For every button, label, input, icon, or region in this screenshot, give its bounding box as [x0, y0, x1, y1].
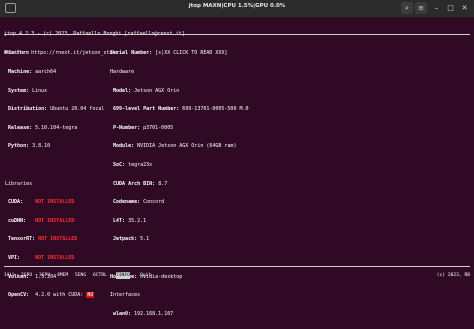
platform-row: Machine: aarch64: [8, 69, 57, 75]
close-icon[interactable]: ✕: [459, 3, 470, 14]
tab-all[interactable]: 1ALL: [4, 272, 15, 279]
hardware-row: Model: Jetson AGX Orin: [113, 87, 180, 94]
menu-icon[interactable]: ≡: [415, 2, 427, 14]
search-icon[interactable]: ⌕: [401, 2, 413, 14]
hardware-row: P-Number: p3701-0005: [113, 124, 174, 131]
serial-number-row[interactable]: Serial Number: [s|XX CLICK TO READ XXX]: [110, 50, 249, 56]
tab-cpu[interactable]: 3CPU: [39, 272, 50, 279]
platform-row: Python: 3.8.10: [8, 143, 51, 150]
library-row-opencv: OpenCV: 4.2.0 with CUDA: NO: [8, 292, 95, 299]
hardware-row: SoC: tegra23x: [113, 161, 153, 168]
left-column: Platform Machine: aarch64 System: Linux …: [5, 38, 104, 311]
quit-button[interactable]: Quit: [140, 272, 151, 279]
tab-eng[interactable]: 5ENG: [75, 272, 86, 279]
copyright-text: (c) 2023, RB: [436, 273, 470, 278]
library-row: VPI: NOT INSTALLED: [8, 254, 75, 261]
bottom-tab-bar: 1ALL 2GPU 3CPU 4MEM 5ENG 6CTRL 7INFO Qui…: [4, 272, 470, 279]
section-hardware-title: Hardware: [110, 69, 135, 75]
hardware-row: Module: NVIDIA Jetson AGX Orin (64GB ram…: [113, 143, 237, 150]
platform-row: Distribution: Ubuntu 20.04 focal: [8, 106, 105, 113]
right-column: Serial Number: [s|XX CLICK TO READ XXX] …: [110, 38, 249, 329]
section-platform-title: Platform: [5, 50, 30, 57]
tab-mem[interactable]: 4MEM: [57, 272, 68, 279]
maximize-icon[interactable]: □: [445, 3, 456, 14]
header-divider: [4, 34, 470, 35]
title-bar: jtop MAXN|CPU 1.5%|GPU 0.0% ⌕ ≡ – □ ✕: [0, 0, 474, 18]
hardware-row: Jetpack: 5.1: [113, 236, 150, 243]
library-row: cuDNN: NOT INSTALLED: [8, 217, 75, 224]
library-row: TensorRT: NOT INSTALLED: [8, 236, 78, 243]
tab-gpu[interactable]: 2GPU: [21, 272, 32, 279]
interface-row: wlan0: 192.168.1.107: [113, 310, 174, 317]
footer-divider: [4, 266, 470, 267]
terminal-content: jtop 4.2.3 - (c) 2023, Raffaello Bonghi …: [4, 19, 470, 317]
library-row: CUDA: NOT INSTALLED: [8, 199, 75, 206]
tab-ctrl[interactable]: 6CTRL: [93, 272, 107, 279]
section-libraries-title: Libraries: [5, 180, 33, 187]
platform-row: System: Linux: [8, 87, 48, 94]
tab-info[interactable]: 7INFO: [116, 272, 130, 279]
hardware-row: Codename: Concord: [113, 199, 165, 206]
section-interfaces-title: Interfaces: [110, 292, 141, 299]
hardware-row: CUDA Arch BIN: 8.7: [113, 180, 168, 187]
minimize-icon[interactable]: –: [431, 3, 442, 14]
hardware-row: L4T: 35.2.1: [113, 217, 147, 224]
hardware-row: 699-level Part Number: 699-13701-0005-50…: [113, 106, 249, 113]
opencv-cuda-badge: NO: [86, 292, 95, 299]
platform-row: Release: 5.10.104-tegra: [8, 124, 78, 131]
